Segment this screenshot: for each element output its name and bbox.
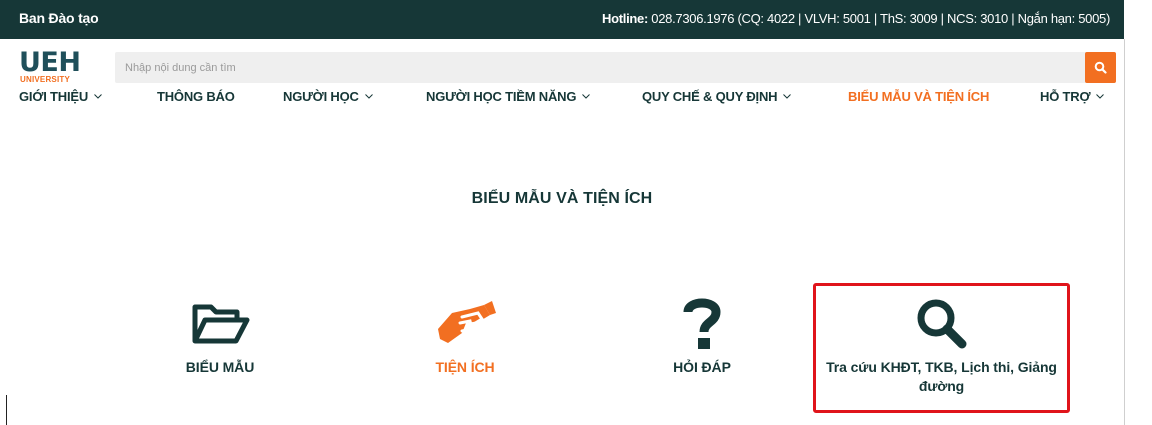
nav-item-gioi-thieu[interactable]: GIỚI THIỆU — [19, 89, 102, 104]
nav-item-label: NGƯỜI HỌC TIỀM NĂNG — [426, 89, 577, 104]
question-icon — [683, 298, 721, 349]
card-label: Tra cứu KHĐT, TKB, Lịch thi, Giảng đường — [826, 359, 1057, 394]
card-tien-ich[interactable]: TIỆN ÍCH — [395, 290, 535, 377]
icon-wrapper — [395, 290, 535, 358]
logo-sub-text: UNIVERSITY — [20, 75, 71, 84]
main-nav: GIỚI THIỆU THÔNG BÁO NGƯỜI HỌC NGƯỜI HỌC… — [0, 89, 1124, 109]
nav-item-label: HỖ TRỢ — [1040, 89, 1091, 104]
nav-item-nguoi-hoc-tiem-nang[interactable]: NGƯỜI HỌC TIỀM NĂNG — [426, 89, 591, 104]
nav-item-label: THÔNG BÁO — [157, 89, 235, 104]
chevron-down-icon — [582, 94, 591, 99]
card-bieu-mau[interactable]: BIỂU MẪU — [160, 290, 280, 377]
hotline-value: 028.7306.1976 (CQ: 4022 | VLVH: 5001 | T… — [648, 11, 1110, 26]
chevron-down-icon — [1096, 94, 1105, 99]
page-divider — [6, 395, 7, 425]
search-icon — [1094, 61, 1107, 74]
search-icon — [917, 299, 966, 349]
search-bar — [115, 52, 1116, 83]
nav-item-nguoi-hoc[interactable]: NGƯỜI HỌC — [283, 89, 373, 104]
hotline-info: Hotline: 028.7306.1976 (CQ: 4022 | VLVH:… — [602, 11, 1110, 26]
card-label: TIỆN ÍCH — [435, 359, 495, 375]
nav-item-ho-tro[interactable]: HỖ TRỢ — [1040, 89, 1105, 104]
top-bar: Ban Đào tạo Hotline: 028.7306.1976 (CQ: … — [0, 0, 1124, 39]
chevron-down-icon — [364, 94, 373, 99]
logo-main-text: UEH — [19, 47, 81, 78]
nav-item-label: QUY CHẾ & QUY ĐỊNH — [642, 89, 778, 104]
card-tra-cuu[interactable]: Tra cứu KHĐT, TKB, Lịch thi, Giảng đường — [813, 283, 1070, 413]
card-label: BIỂU MẪU — [185, 359, 255, 375]
nav-item-quy-che[interactable]: QUY CHẾ & QUY ĐỊNH — [642, 89, 792, 104]
hotline-label: Hotline: — [602, 11, 648, 26]
chevron-down-icon — [94, 94, 102, 99]
icon-wrapper — [160, 290, 280, 358]
search-input[interactable] — [115, 52, 1075, 83]
folder-open-icon — [192, 304, 250, 344]
page-divider — [1124, 39, 1125, 425]
nav-item-label: GIỚI THIỆU — [19, 89, 89, 104]
page-title: BIỂU MẪU VÀ TIỆN ÍCH — [471, 190, 653, 207]
icon-wrapper — [816, 290, 1067, 358]
card-label: HỎI ĐÁP — [673, 359, 731, 375]
nav-item-label: BIỂU MẪU VÀ TIỆN ÍCH — [848, 89, 990, 104]
nav-item-bieu-mau-tien-ich[interactable]: BIỂU MẪU VÀ TIỆN ÍCH — [848, 89, 989, 104]
ueh-logo[interactable]: UEH UNIVERSITY — [19, 47, 89, 87]
card-hoi-dap[interactable]: HỎI ĐÁP — [632, 290, 772, 377]
nav-item-thong-bao[interactable]: THÔNG BÁO — [157, 89, 235, 104]
chevron-down-icon — [783, 94, 792, 99]
handshake-icon — [438, 301, 496, 343]
icon-wrapper — [632, 290, 772, 358]
nav-item-label: NGƯỜI HỌC — [283, 89, 359, 104]
search-button[interactable] — [1085, 52, 1116, 83]
unit-name: Ban Đào tạo — [19, 10, 99, 26]
